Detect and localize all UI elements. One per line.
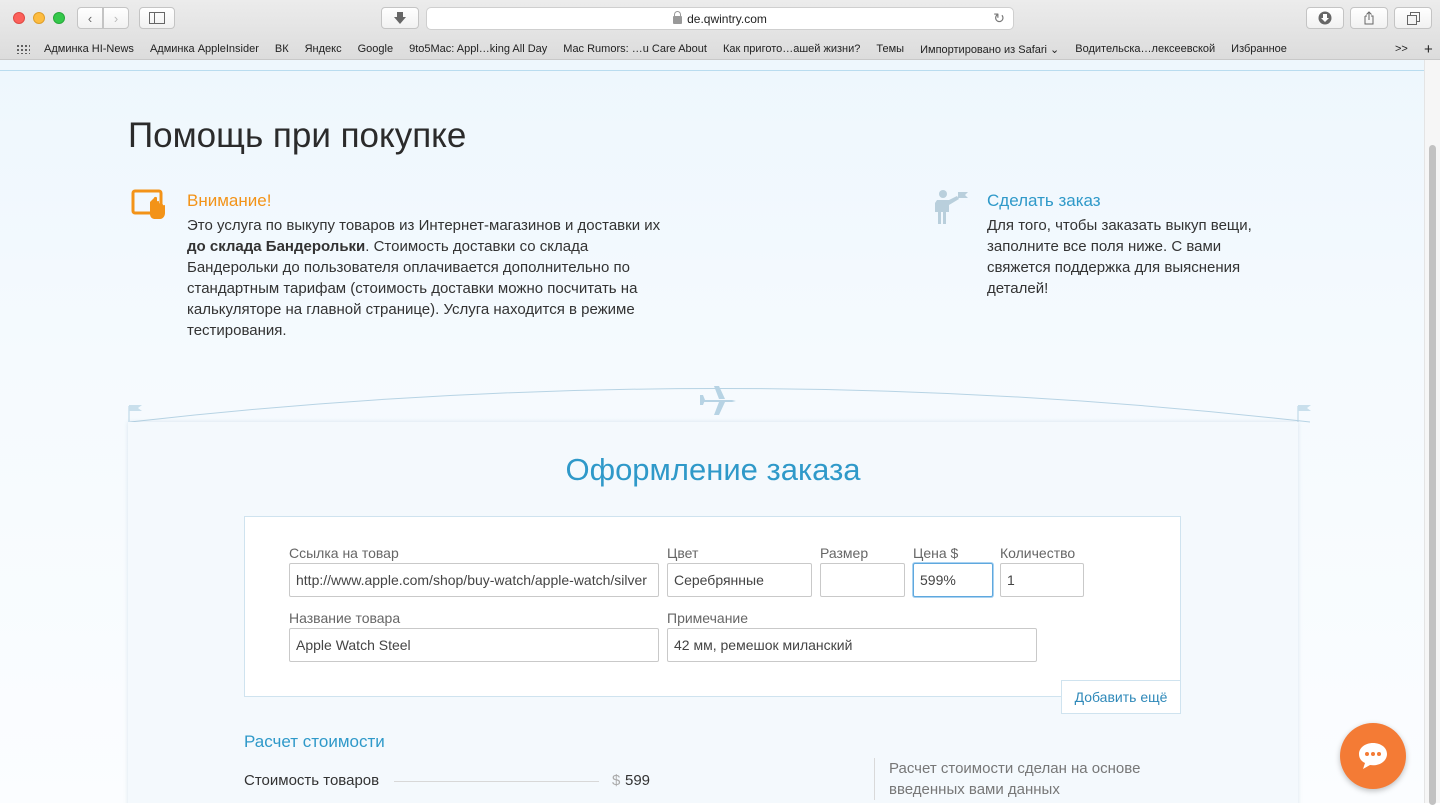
goods-cost-row: Стоимость товаров $ 599 <box>244 772 654 789</box>
downloads-button[interactable] <box>1306 7 1344 29</box>
bookmark-item[interactable]: Водительска…лексеевской <box>1075 43 1215 55</box>
bookmark-item[interactable]: Админка HI-News <box>44 43 134 55</box>
back-button[interactable]: ‹ <box>77 7 103 29</box>
warning-text-bold: до склада Бандерольки <box>187 238 366 255</box>
size-input[interactable] <box>820 563 905 597</box>
share-icon <box>1364 11 1374 25</box>
note-input[interactable]: 42 мм, ремешок миланский <box>667 628 1037 662</box>
warning-block: Внимание! Это услуга по выкупу товаров и… <box>187 190 667 341</box>
page-scrollbar[interactable] <box>1424 60 1440 805</box>
dotted-leader <box>394 781 599 782</box>
chevron-right-icon: › <box>113 10 119 26</box>
warning-text-part: Это услуга по выкупу товаров из Интернет… <box>187 217 661 234</box>
goods-cost-value: 599 <box>625 772 651 789</box>
share-button[interactable] <box>1350 7 1388 29</box>
color-input[interactable]: Серебрянные <box>667 563 812 597</box>
forward-button[interactable]: › <box>103 7 129 29</box>
bookmark-item[interactable]: Темы <box>876 43 904 55</box>
link-label: Ссылка на товар <box>289 545 399 561</box>
bookmark-item[interactable]: Избранное <box>1231 43 1287 55</box>
product-name-input[interactable]: Apple Watch Steel <box>289 628 659 662</box>
price-label: Цена $ <box>913 545 959 561</box>
airplane-icon <box>700 386 736 415</box>
tabs-overview-button[interactable] <box>1394 7 1432 29</box>
note-label: Примечание <box>667 610 749 626</box>
route-arc-decoration <box>128 386 1311 423</box>
warning-title: Внимание! <box>187 191 272 210</box>
downloads-arrow-button[interactable] <box>381 7 419 29</box>
color-label: Цвет <box>667 545 699 561</box>
bookmarks-bar: Админка HI-News Админка AppleInsider ВК … <box>0 38 1440 60</box>
size-label: Размер <box>820 545 869 561</box>
product-name-label: Название товара <box>289 610 401 626</box>
bookmark-item[interactable]: Как пригото…ашей жизни? <box>723 43 860 55</box>
browser-chrome: ‹ › de.qwintry.com ↻ Админка HI-News Адм… <box>0 0 1440 60</box>
bookmark-item[interactable]: Google <box>358 43 393 55</box>
order-form-title: Оформление заказа <box>565 452 861 487</box>
page-content: Помощь при покупке Внимание! Это услуга … <box>0 60 1424 803</box>
header-divider <box>0 70 1424 71</box>
chevron-left-icon: ‹ <box>87 10 93 26</box>
address-bar[interactable]: de.qwintry.com ↻ <box>426 7 1014 30</box>
make-order-title: Сделать заказ <box>987 191 1101 210</box>
goods-cost-label: Стоимость товаров <box>244 772 380 789</box>
sidebar-toggle-button[interactable] <box>139 7 175 29</box>
minimize-window-button[interactable] <box>33 12 45 24</box>
bookmark-item[interactable]: Яндекс <box>305 43 342 55</box>
bookmarks-overflow-button[interactable]: >> <box>1395 43 1408 55</box>
calculation-note: Расчет стоимости сделан на основе введен… <box>874 758 1174 800</box>
order-card: Оформление заказа Ссылка на товар http:/… <box>128 422 1298 803</box>
scrollbar-thumb[interactable] <box>1429 145 1436 805</box>
close-window-button[interactable] <box>13 12 25 24</box>
order-item-form: Ссылка на товар http://www.apple.com/sho… <box>244 516 1181 697</box>
chat-button[interactable] <box>1340 723 1406 789</box>
flag-right-icon <box>1297 405 1311 422</box>
maximize-window-button[interactable] <box>53 12 65 24</box>
quantity-input[interactable]: 1 <box>1000 563 1084 597</box>
make-order-block: Сделать заказ Для того, чтобы заказать в… <box>987 190 1287 299</box>
lock-icon <box>673 10 683 24</box>
flag-left-icon <box>128 405 142 422</box>
tabs-icon <box>1406 11 1420 25</box>
new-tab-button[interactable]: + <box>1424 41 1433 58</box>
chat-bubble-icon <box>1359 743 1387 769</box>
make-order-text: Для того, чтобы заказать выкуп вещи, зап… <box>987 217 1252 297</box>
download-arrow-icon <box>394 12 406 24</box>
hand-pointer-icon <box>131 189 165 219</box>
currency-symbol: $ <box>612 772 621 789</box>
warning-text: Это услуга по выкупу товаров из Интернет… <box>187 215 667 341</box>
sidebar-icon <box>149 12 165 24</box>
bookmark-item[interactable]: Mac Rumors: …u Care About <box>563 43 707 55</box>
price-input[interactable]: 599% <box>913 563 993 597</box>
url-text: de.qwintry.com <box>687 11 767 26</box>
apps-grid-icon[interactable] <box>16 44 30 54</box>
person-pointing-icon <box>935 190 968 224</box>
quantity-label: Количество <box>1000 545 1076 561</box>
bookmark-item[interactable]: ВК <box>275 43 289 55</box>
bookmark-item[interactable]: Админка AppleInsider <box>150 43 259 55</box>
bookmark-item[interactable]: Импортировано из Safari ⌄ <box>920 43 1059 56</box>
page-title: Помощь при покупке <box>128 116 467 155</box>
bookmark-item[interactable]: 9to5Mac: Appl…king All Day <box>409 43 547 55</box>
link-input[interactable]: http://www.apple.com/shop/buy-watch/appl… <box>289 563 659 597</box>
cost-calculation-title: Расчет стоимости <box>244 732 385 751</box>
download-circle-icon <box>1318 11 1332 25</box>
add-more-button[interactable]: Добавить ещё <box>1061 680 1181 714</box>
reload-icon[interactable]: ↻ <box>993 10 1005 27</box>
